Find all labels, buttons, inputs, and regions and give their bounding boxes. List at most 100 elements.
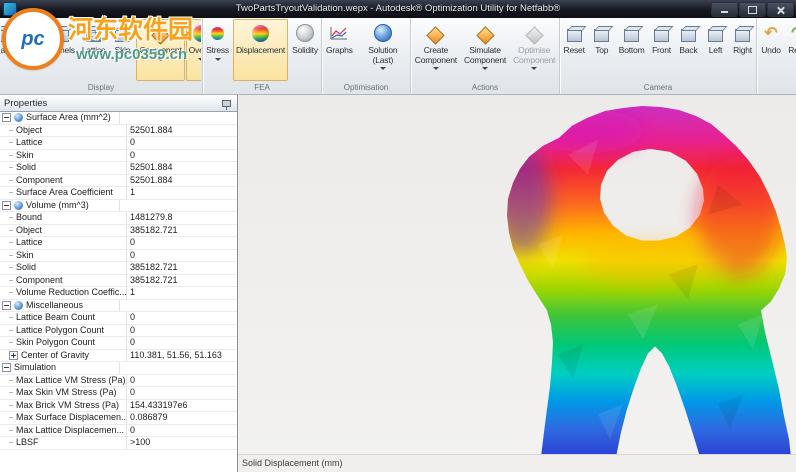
property-row[interactable]: Skin 0 (0, 149, 237, 162)
property-label-cell: Miscellaneous (0, 299, 120, 311)
main-area: Properties Surface Area (mm^2) Object 5250… (0, 95, 796, 472)
property-row[interactable]: Lattice Beam Count 0 (0, 312, 237, 325)
property-value-cell[interactable]: 1 (127, 187, 237, 199)
ribbon-button-top[interactable]: Top (589, 19, 615, 81)
3d-viewport[interactable]: Solid Displacement (mm) (238, 95, 796, 472)
property-row[interactable]: Object 385182.721 (0, 224, 237, 237)
ribbon-button-label: Create Component (414, 45, 457, 65)
property-value-cell[interactable]: 0 (127, 387, 237, 399)
property-label-cell: LBSF (0, 437, 127, 449)
property-value-cell[interactable]: 52501.884 (127, 125, 237, 137)
property-label-cell: Surface Area Coefficient (0, 187, 127, 199)
property-value-cell[interactable] (120, 200, 237, 212)
globe-icon (373, 21, 393, 45)
chevron-down-icon (482, 67, 488, 70)
property-row[interactable]: Solid 385182.721 (0, 262, 237, 275)
category-globe-icon (14, 113, 23, 123)
close-button[interactable] (767, 2, 794, 17)
property-row[interactable]: Max Surface Displacemen... 0.086879 (0, 412, 237, 425)
property-row[interactable]: Lattice 0 (0, 137, 237, 150)
ribbon-button-undo[interactable]: ↶ Undo (758, 19, 784, 81)
property-row[interactable]: Max Skin VM Stress (Pa) 0 (0, 387, 237, 400)
property-row[interactable]: Bound 1481279.8 (0, 212, 237, 225)
collapse-icon[interactable] (2, 113, 11, 123)
property-row[interactable]: Lattice Polygon Count 0 (0, 324, 237, 337)
sphere-rainbow-icon (251, 21, 271, 45)
ribbon-button-optimise-component[interactable]: Optimise Component (510, 19, 558, 81)
collapse-icon[interactable] (2, 363, 11, 373)
property-row[interactable]: LBSF >100 (0, 437, 237, 450)
property-value-cell[interactable]: 1 (127, 287, 237, 299)
properties-panel-header: Properties (0, 95, 237, 112)
property-label-cell: Lattice (0, 137, 127, 149)
pin-icon[interactable] (222, 99, 231, 110)
property-value-cell[interactable]: 0.086879 (127, 412, 237, 424)
property-value-cell[interactable]: >100 (127, 437, 237, 449)
property-value-cell[interactable]: 385182.721 (127, 225, 237, 237)
property-row[interactable]: Max Lattice Displacemen... 0 (0, 424, 237, 437)
chevron-down-icon (379, 67, 386, 70)
property-value-cell[interactable] (120, 112, 237, 124)
ribbon-button-simulate-component[interactable]: Simulate Component (461, 19, 509, 81)
ribbon-button-create-component[interactable]: Create Component (412, 19, 460, 81)
ribbon-button-displacement[interactable]: Displacement (232, 19, 289, 81)
property-value-cell[interactable]: 52501.884 (127, 162, 237, 174)
property-value-cell[interactable] (120, 362, 237, 374)
property-row[interactable]: Max Brick VM Stress (Pa) 154.433197e6 (0, 399, 237, 412)
property-row[interactable]: Surface Area Coefficient 1 (0, 187, 237, 200)
ribbon-button-solution-last[interactable]: Solution (Last) (357, 19, 409, 81)
property-value-cell[interactable]: 0 (127, 137, 237, 149)
property-value-cell[interactable]: 1481279.8 (127, 212, 237, 224)
property-category-row[interactable]: Miscellaneous (0, 299, 237, 312)
ribbon-button-left[interactable]: Left (702, 19, 728, 81)
ribbon-group-label (758, 82, 796, 94)
ribbon-button-reset[interactable]: Reset (561, 19, 588, 81)
ribbon-button-redo[interactable]: ↷Redo (785, 19, 796, 81)
property-value-cell[interactable]: 52501.884 (127, 175, 237, 187)
property-label: Bound (16, 212, 43, 223)
maximize-button[interactable] (739, 2, 766, 17)
watermark-site-url: www.pc0359.cn (76, 46, 188, 63)
property-row[interactable]: Center of Gravity 110.381, 51.56, 51.163 (0, 349, 237, 362)
collapse-icon[interactable] (2, 300, 11, 310)
model-3d-view[interactable] (238, 95, 796, 472)
property-value: 1 (130, 287, 136, 298)
property-row[interactable]: Object 52501.884 (0, 124, 237, 137)
ribbon-button-front[interactable]: Front (648, 19, 674, 81)
ribbon-button-back[interactable]: Back (675, 19, 701, 81)
property-row[interactable]: Solid 52501.884 (0, 162, 237, 175)
ribbon-button-graphs[interactable]: Graphs (323, 19, 356, 81)
property-value-cell[interactable] (120, 300, 237, 312)
property-value-cell[interactable]: 385182.721 (127, 262, 237, 274)
property-value-cell[interactable]: 0 (127, 250, 237, 262)
property-row[interactable]: Max Lattice VM Stress (Pa) 0 (0, 374, 237, 387)
property-value-cell[interactable]: 0 (127, 425, 237, 437)
property-row[interactable]: Lattice 0 (0, 237, 237, 250)
property-row[interactable]: Component 385182.721 (0, 274, 237, 287)
property-value-cell[interactable]: 110.381, 51.56, 51.163 (127, 350, 237, 362)
property-category-row[interactable]: Surface Area (mm^2) (0, 112, 237, 125)
ribbon-button-right[interactable]: Right (729, 19, 755, 81)
expand-icon[interactable] (9, 350, 18, 360)
property-value-cell[interactable]: 0 (127, 312, 237, 324)
property-row[interactable]: Skin 0 (0, 249, 237, 262)
property-category-row[interactable]: Volume (mm^3) (0, 199, 237, 212)
cube-icon (622, 21, 642, 45)
minimize-button[interactable] (711, 2, 738, 17)
property-value-cell[interactable]: 0 (127, 337, 237, 349)
property-value-cell[interactable]: 0 (127, 375, 237, 387)
ribbon-button-bottom[interactable]: Bottom (616, 19, 648, 81)
property-value-cell[interactable]: 154.433197e6 (127, 400, 237, 412)
property-value-cell[interactable]: 385182.721 (127, 275, 237, 287)
property-label-cell: Surface Area (mm^2) (0, 112, 120, 124)
property-category-row[interactable]: Simulation (0, 362, 237, 375)
property-value-cell[interactable]: 0 (127, 325, 237, 337)
property-row[interactable]: Volume Reduction Coeffic... 1 (0, 287, 237, 300)
property-row[interactable]: Skin Polygon Count 0 (0, 337, 237, 350)
property-value-cell[interactable]: 0 (127, 237, 237, 249)
property-row[interactable]: Component 52501.884 (0, 174, 237, 187)
ribbon-button-solidity[interactable]: Solidity (289, 19, 320, 81)
property-label: Volume (mm^3) (26, 199, 89, 210)
property-value-cell[interactable]: 0 (127, 150, 237, 162)
collapse-icon[interactable] (2, 200, 11, 210)
